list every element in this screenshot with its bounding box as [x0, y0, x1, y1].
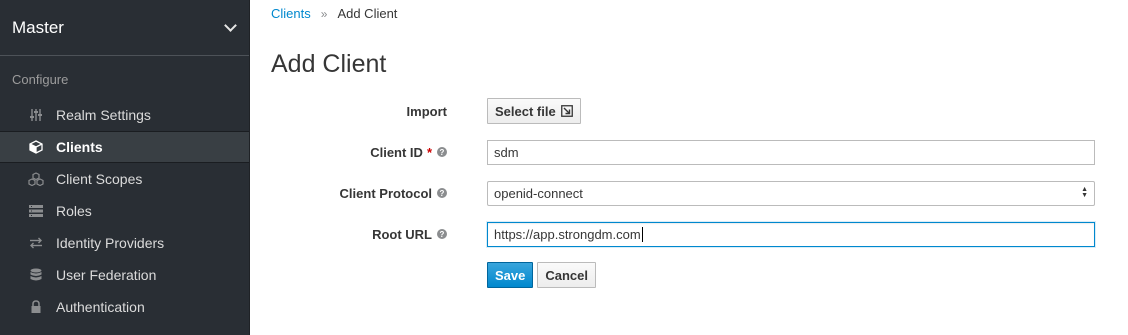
select-file-button[interactable]: Select file	[487, 98, 581, 124]
sidebar-item-clients[interactable]: Clients	[0, 131, 249, 163]
sidebar-item-label: Identity Providers	[56, 235, 165, 251]
page-title: Add Client	[271, 50, 387, 78]
save-button[interactable]: Save	[487, 262, 534, 288]
breadcrumb-link-clients[interactable]: Clients	[271, 6, 311, 21]
select-arrows-icon: ▲ ▼	[1081, 186, 1088, 199]
exchange-icon	[28, 235, 44, 251]
cubes-icon	[28, 171, 44, 187]
database-icon	[28, 267, 44, 283]
root-url-value: https://app.strongdm.com	[494, 226, 641, 242]
import-label: Import	[406, 103, 447, 119]
sliders-icon	[28, 107, 44, 123]
sidebar-item-realm-settings[interactable]: Realm Settings	[0, 99, 249, 131]
help-icon[interactable]: ?	[437, 188, 447, 198]
required-marker: *	[426, 144, 432, 160]
select-file-label: Select file	[495, 103, 556, 119]
client-id-field[interactable]: sdm	[487, 139, 1095, 165]
section-label-configure: Configure	[12, 72, 69, 87]
sidebar-nav: Realm Settings Clients Client Scopes Rol…	[0, 99, 249, 323]
root-url-label: Root URL ?	[271, 227, 447, 242]
sidebar-item-label: Realm Settings	[56, 107, 151, 123]
sidebar-item-label: Client Scopes	[56, 171, 143, 187]
sidebar-item-client-scopes[interactable]: Client Scopes	[0, 163, 249, 195]
cancel-button[interactable]: Cancel	[537, 262, 597, 288]
client-protocol-select[interactable]: openid-connect ▲ ▼	[487, 180, 1095, 206]
import-file-icon	[560, 105, 573, 117]
text-caret	[641, 226, 643, 242]
breadcrumb-current: Add Client	[337, 6, 398, 21]
client-protocol-label: Client Protocol ?	[271, 186, 447, 201]
sidebar-item-label: Clients	[56, 139, 103, 155]
sidebar-item-identity-providers[interactable]: Identity Providers	[0, 227, 249, 259]
breadcrumb: Clients » Add Client	[271, 6, 397, 21]
realm-name: Master	[12, 17, 64, 37]
client-id-value: sdm	[494, 144, 519, 160]
sidebar-item-authentication[interactable]: Authentication	[0, 291, 249, 323]
realm-selector[interactable]: Master	[0, 0, 249, 56]
root-url-field[interactable]: https://app.strongdm.com	[487, 221, 1095, 247]
chevron-down-icon	[224, 18, 237, 32]
cube-icon	[28, 139, 44, 155]
breadcrumb-separator: »	[320, 6, 328, 21]
client-id-row: Client ID * ? sdm	[271, 138, 1101, 166]
form-actions: Save Cancel	[487, 262, 597, 288]
root-url-row: Root URL ? https://app.strongdm.com	[271, 220, 1101, 248]
lock-icon	[28, 299, 44, 315]
sidebar-item-user-federation[interactable]: User Federation	[0, 259, 249, 291]
sidebar-item-label: User Federation	[56, 267, 157, 283]
list-icon	[28, 203, 44, 219]
sidebar-item-label: Roles	[56, 203, 92, 219]
help-icon[interactable]: ?	[437, 147, 447, 157]
sidebar-item-label: Authentication	[56, 299, 145, 315]
import-row: Import Select file	[271, 97, 1101, 125]
sidebar: Master Configure Realm Settings Clients …	[0, 0, 250, 335]
client-id-label: Client ID * ?	[271, 145, 447, 160]
client-protocol-value: openid-connect	[494, 185, 583, 201]
help-icon[interactable]: ?	[437, 229, 447, 239]
sidebar-item-roles[interactable]: Roles	[0, 195, 249, 227]
client-protocol-row: Client Protocol ? openid-connect ▲ ▼	[271, 179, 1101, 207]
